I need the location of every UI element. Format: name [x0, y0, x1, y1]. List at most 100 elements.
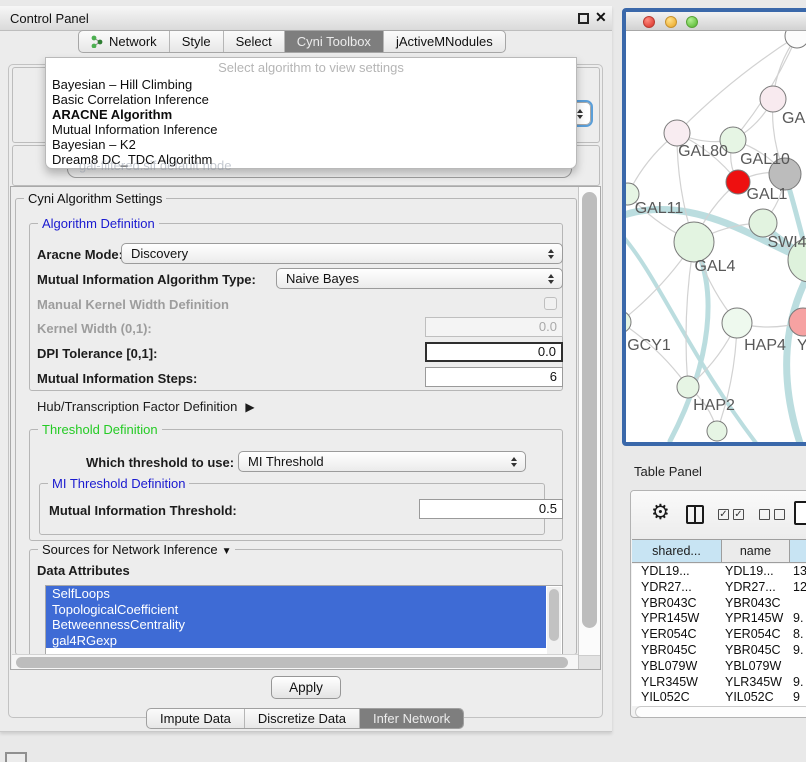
hub-definition-toggle[interactable]: Hub/Transcription Factor Definition▶	[37, 399, 255, 414]
bottom-tabbar: Impute DataDiscretize DataInfer Network	[146, 708, 464, 729]
which-threshold-combo[interactable]: MI Threshold	[238, 451, 526, 472]
tab-label: jActiveMNodules	[396, 34, 493, 49]
algorithm-dropdown[interactable]: Select algorithm to view settings Bayesi…	[45, 57, 577, 169]
unchecked-checkbox-icon[interactable]	[774, 509, 785, 520]
tab-label: Network	[109, 34, 157, 49]
list-scrollbar-thumb[interactable]	[549, 589, 559, 641]
settings-horizontal-scrollbar-thumb[interactable]	[16, 657, 568, 668]
table-cell: YER054C	[632, 627, 722, 643]
algorithm-option[interactable]: Bayesian – Hill Climbing	[46, 77, 576, 92]
settings-horizontal-scrollbar[interactable]	[12, 654, 578, 669]
table-row[interactable]: YLR345WYLR345W9.	[632, 675, 806, 691]
mi-type-combo[interactable]: Naive Bayes	[276, 268, 563, 289]
table-cell	[790, 659, 806, 675]
checked-checkbox-icon[interactable]: ✓	[718, 509, 729, 520]
table-cell: YIL052C	[632, 690, 722, 706]
tab-infer-network[interactable]: Infer Network	[359, 709, 463, 728]
network-view-window[interactable]: GALGAL80GAL10GAL11GAL1SWI4GAL4GCY1HAP4YH…	[622, 8, 806, 446]
table-row[interactable]: YBR043CYBR043C	[632, 596, 806, 612]
minimize-window-icon[interactable]	[665, 16, 677, 28]
checked-checkbox-icon[interactable]: ✓	[733, 509, 744, 520]
table-cell: YBL079W	[632, 659, 722, 675]
cyni-settings-pane: Cyni Algorithm Settings Algorithm Defini…	[10, 186, 601, 670]
zoom-window-icon[interactable]	[686, 16, 698, 28]
table-cell: YER054C	[722, 627, 790, 643]
close-window-icon[interactable]	[643, 16, 655, 28]
split-columns-icon[interactable]	[686, 505, 704, 524]
manual-kernel-checkbox[interactable]	[544, 297, 557, 310]
collapse-right-icon: ▶	[245, 400, 254, 414]
tab-jactivemnodules[interactable]: jActiveMNodules	[383, 31, 505, 52]
unchecked-checkbox-icon[interactable]	[759, 509, 770, 520]
network-graph[interactable]: GALGAL80GAL10GAL11GAL1SWI4GAL4GCY1HAP4YH…	[626, 31, 806, 442]
svg-text:GAL10: GAL10	[740, 151, 790, 168]
attribute-item[interactable]: BetweennessCentrality	[46, 617, 546, 633]
network-window-titlebar[interactable]	[626, 12, 806, 31]
sources-title-text: Sources for Network Inference	[42, 542, 218, 557]
data-attributes-list[interactable]: SelfLoopsTopologicalCoefficientBetweenne…	[45, 585, 563, 665]
list-scrollbar[interactable]	[547, 587, 561, 663]
aracne-mode-value: Discovery	[131, 246, 188, 261]
settings-vertical-scrollbar-thumb[interactable]	[582, 192, 597, 628]
algorithm-option[interactable]: Mutual Information Inference	[46, 122, 576, 137]
table-horizontal-scrollbar[interactable]	[635, 706, 806, 718]
svg-text:GAL: GAL	[782, 110, 806, 127]
sources-group-title[interactable]: Sources for Network Inference▼	[38, 542, 235, 557]
svg-text:Y: Y	[797, 337, 806, 354]
combo-spinner-icon	[548, 274, 554, 284]
aracne-mode-combo[interactable]: Discovery	[121, 243, 563, 264]
network-icon	[91, 35, 104, 48]
table-panel-title: Table Panel	[634, 464, 702, 479]
dpi-tolerance-field[interactable]: 0.0	[425, 342, 563, 362]
control-panel-tabbar: Network StyleSelectCyni Toolbox jActiveMNo…	[78, 30, 506, 53]
table-cell: YBR045C	[632, 643, 722, 659]
column-header[interactable]	[790, 540, 806, 562]
tab-network[interactable]: Network	[79, 31, 169, 52]
apply-button[interactable]: Apply	[271, 676, 341, 699]
table-row[interactable]: YDR27...YDR27...12	[632, 580, 806, 596]
table-row[interactable]: YDL19...YDL19...13	[632, 564, 806, 580]
attribute-item[interactable]: gal4RGexp	[46, 633, 546, 649]
svg-text:GAL1: GAL1	[747, 186, 788, 203]
table-cell: YBR043C	[722, 596, 790, 612]
algorithm-dropdown-items: Bayesian – Hill ClimbingBasic Correlatio…	[46, 77, 576, 167]
manual-kernel-label: Manual Kernel Width Definition	[37, 297, 229, 312]
table-panel-window: ⚙ ✓ ✓ shared...name YDL19...YDL19...13YD…	[630, 490, 806, 718]
column-header[interactable]: name	[722, 540, 790, 562]
table-cell: YPR145W	[722, 611, 790, 627]
table-cell: YDL19...	[632, 564, 722, 580]
kernel-width-field[interactable]: 0.0	[425, 317, 563, 337]
table-row[interactable]: YPR145WYPR145W9.	[632, 611, 806, 627]
network-canvas[interactable]: GALGAL80GAL10GAL11GAL1SWI4GAL4GCY1HAP4YH…	[626, 31, 806, 442]
table-row[interactable]: YBR045CYBR045C9.	[632, 643, 806, 659]
collapsed-panel-chip[interactable]	[5, 752, 27, 762]
table-cell: 9.	[790, 643, 806, 659]
tab-cyni-toolbox[interactable]: Cyni Toolbox	[284, 31, 383, 52]
mi-type-label: Mutual Information Algorithm Type:	[37, 272, 256, 287]
algorithm-option[interactable]: ARACNE Algorithm	[46, 107, 576, 122]
attribute-item[interactable]: SelfLoops	[46, 586, 546, 602]
float-panel-icon[interactable]	[578, 13, 589, 24]
table-cell: YIL052C	[722, 690, 790, 706]
algorithm-dropdown-placeholder: Select algorithm to view settings	[46, 58, 576, 77]
tab-style[interactable]: Style	[169, 31, 223, 52]
attribute-item[interactable]: TopologicalCoefficient	[46, 602, 546, 618]
table-row[interactable]: YIL052CYIL052C9	[632, 690, 806, 706]
control-panel-title: Control Panel	[10, 11, 89, 26]
table-row[interactable]: YER054CYER054C8.	[632, 627, 806, 643]
table-row[interactable]: YBL079WYBL079W	[632, 659, 806, 675]
mi-steps-field[interactable]: 6	[425, 367, 563, 387]
tab-impute-data[interactable]: Impute Data	[147, 709, 244, 728]
table-cell: YLR345W	[632, 675, 722, 691]
gear-icon[interactable]: ⚙	[651, 500, 670, 525]
column-header[interactable]: shared...	[632, 540, 722, 562]
settings-vertical-scrollbar[interactable]	[578, 187, 601, 669]
control-panel-titlebar[interactable]: Control Panel ✕	[0, 6, 612, 31]
document-icon[interactable]	[794, 501, 806, 525]
tab-discretize-data[interactable]: Discretize Data	[244, 709, 359, 728]
mi-threshold-field[interactable]: 0.5	[419, 499, 563, 519]
tab-select[interactable]: Select	[223, 31, 284, 52]
algorithm-option[interactable]: Bayesian – K2	[46, 137, 576, 152]
algorithm-option[interactable]: Basic Correlation Inference	[46, 92, 576, 107]
close-panel-icon[interactable]: ✕	[595, 9, 607, 26]
